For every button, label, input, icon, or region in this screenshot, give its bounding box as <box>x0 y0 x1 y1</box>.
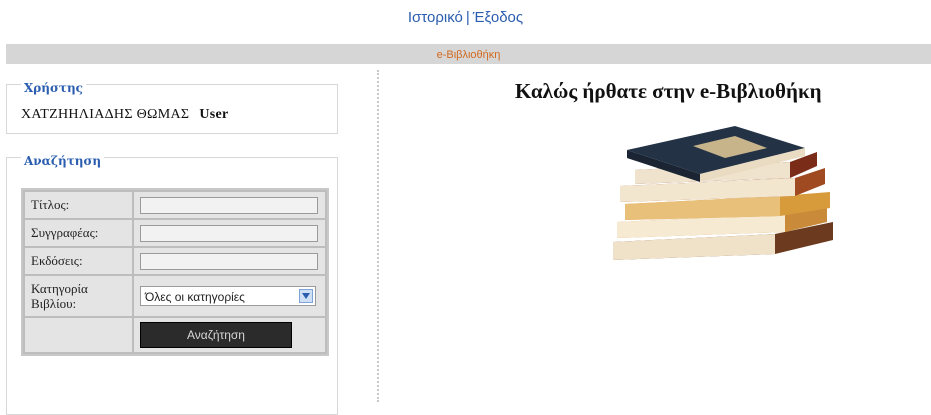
top-navigation: Ιστορικό | Έξοδος <box>0 9 931 26</box>
logout-link[interactable]: Έξοδος <box>473 9 523 26</box>
user-info: ΧΑΤΖΗΗΛΙΑΔΗΣ ΘΩΜΑΣ User <box>21 107 229 123</box>
form-row-title: Τίτλος: <box>25 192 325 218</box>
title-label: Τίτλος: <box>25 192 132 218</box>
search-form: Τίτλος: Συγγραφέας: Εκδόσεις: Κατηγορία … <box>21 188 329 356</box>
form-row-author: Συγγραφέας: <box>25 220 325 246</box>
author-label: Συγγραφέας: <box>25 220 132 246</box>
search-panel: Αναζήτηση Τίτλος: Συγγραφέας: Εκδόσεις: … <box>6 154 338 415</box>
author-input[interactable] <box>140 224 318 242</box>
user-role: User <box>199 107 229 122</box>
user-panel: Χρήστης ΧΑΤΖΗΗΛΙΑΔΗΣ ΘΩΜΑΣ User <box>6 81 338 134</box>
category-select[interactable]: Όλες οι κατηγορίες <box>140 286 316 306</box>
title-input[interactable] <box>140 196 318 214</box>
left-sidebar: Χρήστης ΧΑΤΖΗΗΛΙΑΔΗΣ ΘΩΜΑΣ User Αναζήτηση… <box>6 78 338 415</box>
category-selected-value: Όλες οι κατηγορίες <box>145 290 245 304</box>
search-panel-legend: Αναζήτηση <box>21 154 105 168</box>
user-panel-legend: Χρήστης <box>21 81 86 95</box>
history-link[interactable]: Ιστορικό <box>408 9 463 26</box>
publisher-label: Εκδόσεις: <box>25 248 132 274</box>
form-row-publisher: Εκδόσεις: <box>25 248 325 274</box>
empty-cell <box>25 318 132 352</box>
form-row-category: Κατηγορία Βιβλίου: Όλες οι κατηγορίες <box>25 276 325 316</box>
book-stack-icon <box>605 122 840 287</box>
user-name: ΧΑΤΖΗΗΛΙΑΔΗΣ ΘΩΜΑΣ <box>21 107 190 122</box>
site-title-bar: e-Βιβλιοθήκη <box>6 44 931 64</box>
publisher-input[interactable] <box>140 252 318 270</box>
category-label: Κατηγορία Βιβλίου: <box>25 276 132 316</box>
site-title: e-Βιβλιοθήκη <box>436 49 501 61</box>
search-button[interactable]: Αναζήτηση <box>140 322 292 348</box>
welcome-heading: Καλώς ήρθατε στην e-Βιβλιοθήκη <box>515 79 822 103</box>
column-divider <box>377 70 379 402</box>
nav-separator: | <box>465 9 470 26</box>
form-row-submit: Αναζήτηση <box>25 318 325 352</box>
chevron-down-icon[interactable] <box>299 289 313 303</box>
